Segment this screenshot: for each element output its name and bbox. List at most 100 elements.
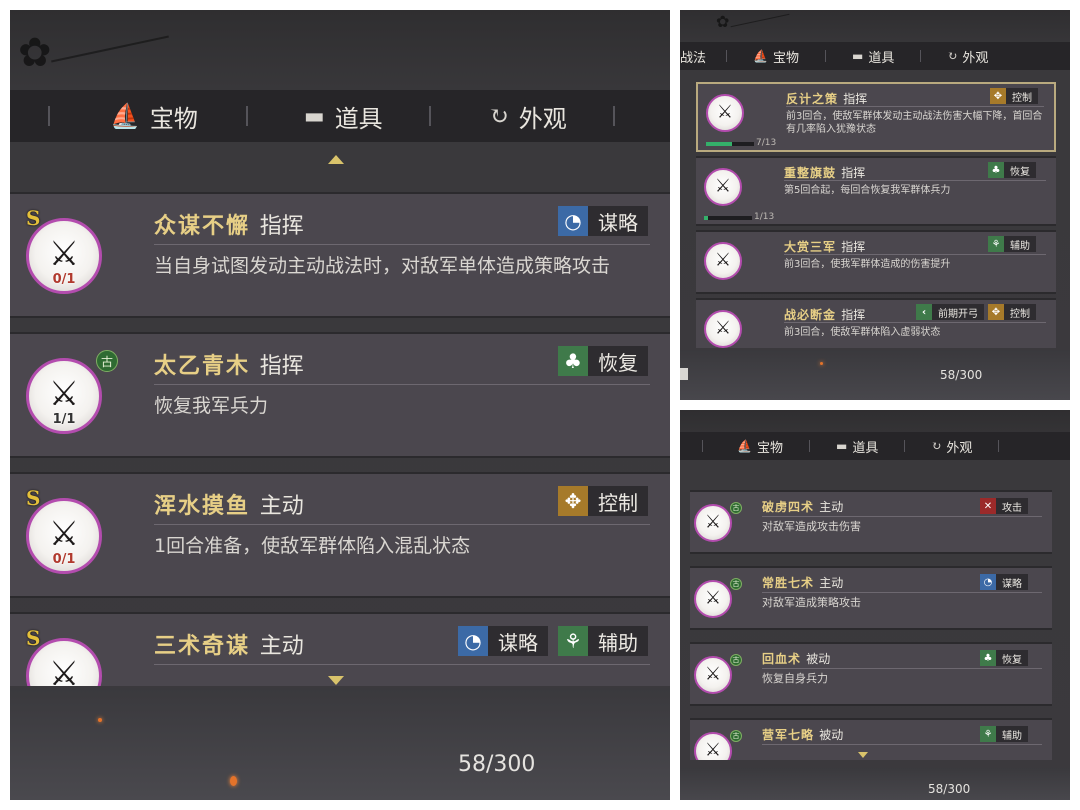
skill-description: 前3回合，使敌军群体陷入虚弱状态 [784, 327, 941, 338]
skill-card[interactable]: ⚔ 战必断金 指挥 ‹ 前期开弓 ✥ 控制 前3回合，使敌军群体陷入虚弱状态 [696, 298, 1056, 348]
item-icon: ▬ [835, 439, 848, 453]
scroll-down-arrow[interactable] [858, 752, 868, 758]
tab-items[interactable]: ▬ 道具 [852, 47, 894, 66]
item-icon: ▬ [851, 49, 864, 63]
scroll-down-arrow[interactable] [328, 676, 344, 685]
skill-card[interactable]: ⚔ 古 回血术 被动 ♣ 恢复 恢复自身兵力 [690, 642, 1052, 706]
tag-control: ✥ 控制 [990, 88, 1038, 104]
tab-items[interactable]: ▬ 道具 [836, 437, 878, 456]
treasure-icon: ⛵ [737, 439, 752, 453]
appearance-icon: ↻ [931, 439, 942, 453]
control-icon: ✥ [558, 486, 588, 516]
ancient-badge: 古 [730, 502, 742, 514]
rank-badge: S [26, 626, 41, 650]
strategy-icon: ◔ [980, 574, 996, 590]
general-figure-icon: ⚔ [48, 654, 80, 686]
general-avatar: ⚔ [706, 94, 744, 132]
assist-icon: ⚘ [558, 626, 588, 656]
general-figure-icon: ⚔ [48, 374, 80, 414]
skill-list-panel-command: ✿ 战法 ⛵ 宝物 ▬ 道具 ↻ 外观 ⚔ 反计之策 指挥 ✥ 控制 前3回合，… [680, 10, 1070, 400]
skill-description: 恢复自身兵力 [762, 672, 828, 685]
ink-branch-stroke [730, 13, 790, 28]
general-figure-icon: ⚔ [48, 514, 80, 554]
tag-strategy: ◔ 谋略 [558, 206, 648, 236]
skill-description: 前3回合，使我军群体造成的伤害提升 [784, 259, 951, 270]
skill-card[interactable]: ⚔ 古 常胜七术 主动 ◔ 谋略 对敌军造成策略攻击 [690, 566, 1052, 630]
control-icon: ✥ [988, 304, 1004, 320]
skill-list: ⚔ 0/1 S 众谋不懈 指挥 ◔ 谋略 当自身试图发动主动战法时，对敌军单体造… [10, 180, 670, 686]
ancient-badge: 古 [730, 578, 742, 590]
tag-strategy: ◔ 谋略 [980, 574, 1028, 590]
ember-particle [98, 718, 102, 722]
tab-items[interactable]: ▬ 道具 [304, 99, 383, 134]
skill-card[interactable]: ⚔ 1/1 古 太乙青木 指挥 ♣ 恢复 恢复我军兵力 [10, 332, 670, 458]
skill-description: 第5回合起，每回合恢复我军群体兵力 [784, 185, 951, 196]
skill-name: 常胜七术 主动 [762, 576, 844, 590]
ink-branch-decoration: ✿ [716, 12, 730, 31]
general-figure-icon: ⚔ [704, 587, 722, 609]
footer-bar: 58/300 [680, 768, 1070, 800]
progress-bar [704, 216, 752, 220]
treasure-icon: ⛵ [110, 102, 140, 130]
tag-assist: ⚘ 辅助 [980, 726, 1028, 742]
ink-branch-stroke [51, 35, 169, 63]
tag-assist: ⚘ 辅助 [988, 236, 1036, 252]
recovery-icon: ♣ [980, 650, 996, 666]
tab-appearance[interactable]: ↻ 外观 [489, 99, 567, 134]
skill-card[interactable]: ⚔ 大赏三军 指挥 ⚘ 辅助 前3回合，使我军群体造成的伤害提升 [696, 230, 1056, 294]
skill-name: 太乙青木 指挥 [154, 353, 304, 379]
tag-assist: ⚘ 辅助 [558, 626, 648, 656]
skill-card[interactable]: ⚔ 0/1 S 众谋不懈 指挥 ◔ 谋略 当自身试图发动主动战法时，对敌军单体造… [10, 192, 670, 318]
tab-bar: 战法 ⛵ 宝物 ▬ 道具 ↻ 外观 [680, 42, 1070, 70]
side-handle[interactable] [680, 368, 688, 380]
control-icon: ✥ [990, 88, 1006, 104]
assist-icon: ⚘ [988, 236, 1004, 252]
ember-particle [820, 362, 823, 365]
skill-name: 反计之策 指挥 [786, 92, 868, 106]
tag-control: ✥ 控制 [988, 304, 1036, 320]
footer-bar: 58/300 [10, 688, 670, 800]
ancient-badge: 古 [730, 654, 742, 666]
skill-card[interactable]: ⚔ S 三术奇谋 主动 ◔ 谋略 ⚘ 辅助 [10, 612, 670, 686]
tab-treasure[interactable]: ⛵ 宝物 [737, 437, 783, 456]
skill-description: 当自身试图发动主动战法时，对敌军单体造成策略攻击 [154, 255, 611, 277]
strategy-icon: ◔ [558, 206, 588, 236]
skill-card-selected[interactable]: ⚔ 反计之策 指挥 ✥ 控制 前3回合，使敌军群体发动主动战法伤害大幅下降，首回… [696, 82, 1056, 152]
tag-early-game: ‹ 前期开弓 [916, 304, 984, 320]
rank-badge: S [26, 486, 41, 510]
general-avatar: ⚔ [694, 580, 732, 618]
progress-bar [706, 142, 754, 146]
assist-icon: ⚘ [980, 726, 996, 742]
skill-name: 回血术 被动 [762, 652, 831, 666]
tab-appearance[interactable]: ↻ 外观 [931, 437, 972, 456]
skill-card[interactable]: ⚔ 重整旗鼓 指挥 ♣ 恢复 第5回合起，每回合恢复我军群体兵力 1/13 [696, 156, 1056, 226]
skill-list: ⚔ 反计之策 指挥 ✥ 控制 前3回合，使敌军群体发动主动战法伤害大幅下降，首回… [680, 78, 1070, 348]
general-avatar: ⚔ [704, 242, 742, 280]
skill-name: 浑水摸鱼 主动 [154, 493, 304, 519]
skill-card[interactable]: ⚔ 0/1 S 浑水摸鱼 主动 ✥ 控制 1回合准备，使敌军群体陷入混乱状态 [10, 472, 670, 598]
skill-description: 前3回合，使敌军群体发动主动战法伤害大幅下降，首回合有几率陷入犹豫状态 [786, 111, 1043, 135]
skill-list: ⚔ 古 破虏四术 主动 ✕ 攻击 对敌军造成攻击伤害 ⚔ 古 常胜七术 主动 ◔ [680, 470, 1070, 760]
general-avatar: ⚔ [694, 732, 732, 760]
skill-name: 众谋不懈 指挥 [154, 213, 304, 239]
recovery-icon: ♣ [558, 346, 588, 376]
skill-count: 58/300 [458, 752, 536, 777]
skill-card[interactable]: ⚔ 古 营军七略 被动 ⚘ 辅助 [690, 718, 1052, 760]
skill-name: 三术奇谋 主动 [154, 633, 304, 659]
tab-tactics[interactable]: 战法 [680, 47, 706, 66]
tab-treasure[interactable]: ⛵ 宝物 [110, 99, 198, 134]
skill-list-panel-large: ✿ ⛵ 宝物 ▬ 道具 ↻ 外观 ⚔ 0/1 S 众谋不懈 指挥 ◔ 谋略 当自… [10, 10, 670, 800]
tag-control: ✥ 控制 [558, 486, 648, 516]
skill-name: 营军七略 被动 [762, 728, 844, 742]
recovery-icon: ♣ [988, 162, 1004, 178]
appearance-icon: ↻ [947, 49, 958, 63]
treasure-icon: ⛵ [753, 49, 768, 63]
tab-bar: ⛵ 宝物 ▬ 道具 ↻ 外观 [10, 90, 670, 142]
general-figure-icon: ⚔ [714, 317, 732, 339]
skill-description: 对敌军造成策略攻击 [762, 596, 861, 609]
tab-treasure[interactable]: ⛵ 宝物 [753, 47, 799, 66]
skill-card[interactable]: ⚔ 古 破虏四术 主动 ✕ 攻击 对敌军造成攻击伤害 [690, 490, 1052, 554]
general-avatar: ⚔ [704, 168, 742, 206]
tab-appearance[interactable]: ↻ 外观 [947, 47, 988, 66]
scroll-up-arrow[interactable] [328, 155, 344, 164]
